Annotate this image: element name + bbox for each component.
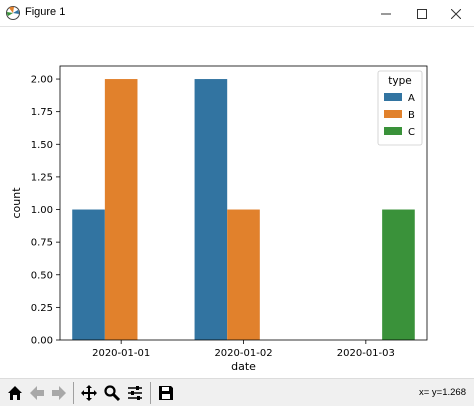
- back-button[interactable]: [26, 382, 48, 404]
- y-tick-label: 0.50: [31, 270, 53, 281]
- maximize-button[interactable]: [404, 0, 440, 26]
- legend-label-C: C: [408, 127, 415, 138]
- legend-label-A: A: [408, 93, 415, 104]
- legend-swatch-B: [384, 110, 402, 118]
- matplotlib-app-icon: [5, 5, 21, 21]
- pan-button[interactable]: [78, 382, 100, 404]
- subplots-icon: [126, 384, 144, 402]
- cursor-x-readout: x=: [418, 387, 430, 398]
- bar-chart: 0.00 0.25 0.50 0.75 1.00 1.25 1.50 1.75 2.00 202…: [10, 65, 428, 373]
- forward-arrow-icon: [50, 384, 68, 402]
- y-axis-label: count: [10, 187, 23, 219]
- legend-swatch-A: [384, 93, 402, 101]
- minimize-button[interactable]: [368, 0, 404, 26]
- x-tick-label: 2020-01-03: [337, 348, 395, 359]
- figure-canvas[interactable]: 0.00 0.25 0.50 0.75 1.00 1.25 1.50 1.75 2.00 202…: [0, 27, 474, 378]
- subplots-button[interactable]: [124, 382, 146, 404]
- zoom-button[interactable]: [101, 382, 123, 404]
- window-title: Figure 1: [25, 6, 66, 18]
- minimize-icon: [381, 4, 391, 23]
- y-tick-label: 0.25: [31, 303, 53, 314]
- bar-B-2020-01-01: [104, 79, 138, 341]
- x-tick-label: 2020-01-01: [92, 348, 150, 359]
- zoom-icon: [103, 384, 121, 402]
- window-titlebar: Figure 1: [0, 0, 474, 26]
- cursor-y-readout: y=1.268: [431, 387, 466, 398]
- y-tick-label: 2.00: [31, 75, 53, 86]
- toolbar-separator: [73, 382, 74, 404]
- y-axis: 0.00 0.25 0.50 0.75 1.00 1.25 1.50 1.75 2.00: [31, 75, 60, 347]
- bars-group: [72, 79, 415, 341]
- maximize-icon: [417, 4, 427, 23]
- back-arrow-icon: [28, 384, 46, 402]
- bar-A-2020-01-01: [72, 209, 105, 340]
- x-axis: 2020-01-01 2020-01-02 2020-01-03: [92, 340, 395, 359]
- bar-C-2020-01-03: [382, 209, 415, 340]
- y-tick-label: 1.25: [31, 172, 53, 183]
- bar-B-2020-01-02: [227, 209, 260, 340]
- forward-button[interactable]: [48, 382, 70, 404]
- save-icon: [157, 384, 175, 402]
- home-button[interactable]: [4, 382, 26, 404]
- x-tick-label: 2020-01-02: [214, 348, 272, 359]
- pan-icon: [80, 384, 98, 402]
- y-tick-label: 1.50: [31, 140, 53, 151]
- x-axis-label: date: [231, 360, 256, 373]
- y-tick-label: 0.00: [31, 336, 53, 347]
- home-icon: [6, 384, 24, 402]
- legend: type ABC: [377, 70, 423, 146]
- y-tick-label: 1.75: [31, 107, 53, 118]
- bar-A-2020-01-02: [194, 79, 228, 341]
- navigation-toolbar: x= y=1.268: [0, 378, 474, 406]
- legend-title: type: [388, 75, 411, 87]
- toolbar-separator: [150, 382, 151, 404]
- close-button[interactable]: [438, 0, 474, 26]
- legend-swatch-C: [384, 127, 402, 135]
- cursor-coordinates: x= y=1.268: [419, 387, 466, 398]
- y-tick-label: 1.00: [31, 205, 53, 216]
- legend-label-B: B: [408, 110, 415, 121]
- save-button[interactable]: [155, 382, 177, 404]
- close-icon: [450, 4, 462, 23]
- y-tick-label: 0.75: [31, 238, 53, 249]
